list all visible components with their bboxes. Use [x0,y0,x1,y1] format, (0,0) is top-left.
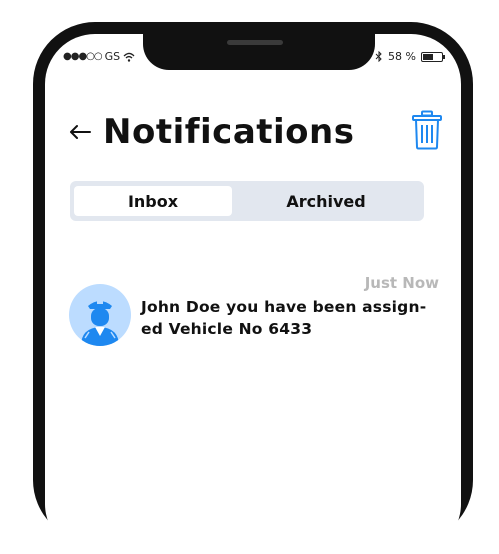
notification-message: John Doe you have been assign- ed Vehicl… [141,296,439,340]
driver-avatar-icon [81,300,119,346]
battery-fill [423,53,434,60]
speaker [227,40,283,45]
notification-item[interactable]: Just Now John Doe you have been assign- … [69,274,439,354]
status-bar-right: 58 % [375,50,445,63]
notification-time: Just Now [364,274,439,292]
carrier-label: GS [104,50,121,63]
arrow-left-icon [70,125,91,139]
delete-button[interactable] [411,110,443,150]
trash-icon [412,110,442,150]
notification-message-line2: ed Vehicle No 6433 [141,320,313,338]
page-title: Notifications [103,112,355,152]
battery-icon [421,51,445,62]
notch [143,34,375,70]
tab-bar: Inbox Archived [70,181,424,221]
signal-dots-icon: ●●●○○ [63,51,103,62]
header: Notifications [69,106,445,158]
bluetooth-icon [375,51,382,62]
back-button[interactable] [69,121,91,143]
notification-message-line1: John Doe you have been assign- [141,298,427,316]
wifi-icon [123,52,135,62]
tab-archived[interactable]: Archived [232,186,420,216]
phone-screen: ●●●○○ GS 58 % Notifications Inbox Archiv… [45,34,461,554]
battery-percent: 58 % [388,50,416,63]
status-bar-left: ●●●○○ GS [63,50,135,63]
tab-inbox[interactable]: Inbox [74,186,232,216]
phone-frame: ●●●○○ GS 58 % Notifications Inbox Archiv… [33,22,473,554]
avatar [69,284,131,346]
